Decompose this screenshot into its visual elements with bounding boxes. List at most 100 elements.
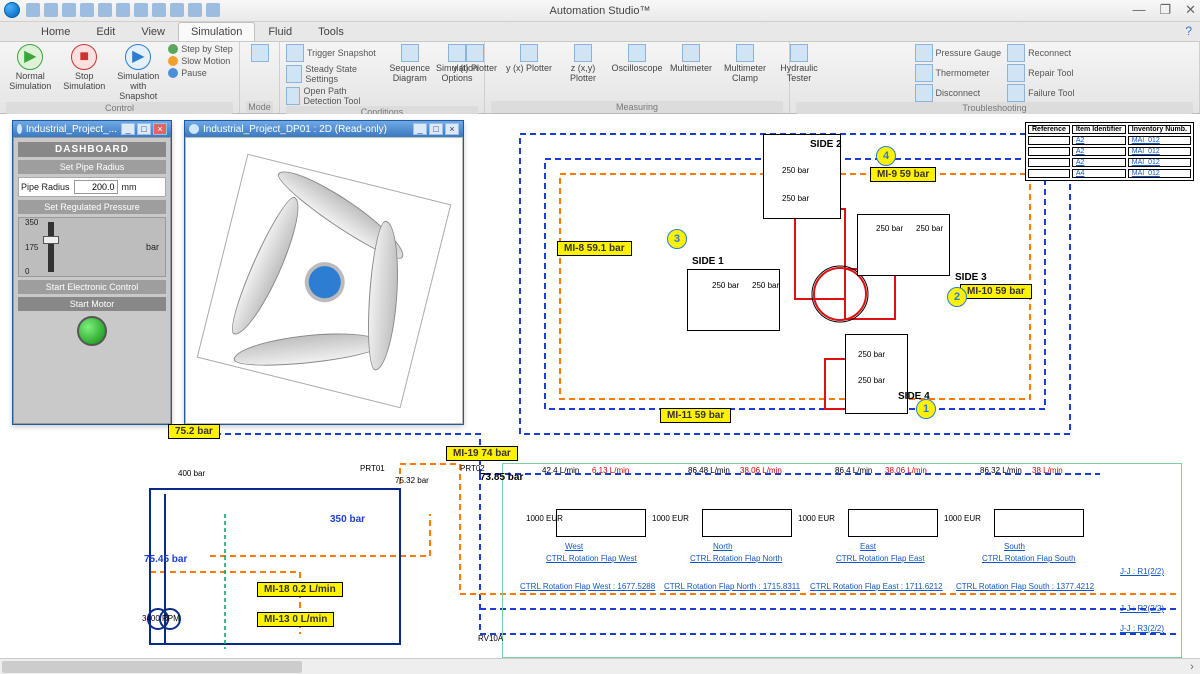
slow-motion-button[interactable]: Slow Motion: [168, 56, 233, 66]
oscilloscope-button[interactable]: Oscilloscope: [613, 44, 661, 74]
subwin-close-button[interactable]: ×: [153, 123, 167, 135]
link-cn[interactable]: CTRL Rotation Flap North: [690, 554, 782, 563]
tab-fluid[interactable]: Fluid: [255, 22, 305, 41]
zxy-plotter-button[interactable]: z (x,y) Plotter: [559, 44, 607, 84]
stop-simulation-button[interactable]: ■Stop Simulation: [60, 44, 108, 92]
link-east[interactable]: East: [860, 542, 876, 551]
pressure-slider[interactable]: 350 175 0 bar: [18, 217, 166, 277]
horizontal-scrollbar[interactable]: ‹ ›: [0, 658, 1200, 674]
tab-view[interactable]: View: [128, 22, 178, 41]
view-canvas[interactable]: [185, 137, 463, 424]
yt-plotter-button[interactable]: y (t) Plotter: [451, 44, 499, 74]
open-path-button[interactable]: Open Path Detection Tool: [286, 86, 383, 106]
link-rs[interactable]: CTRL Rotation Flap South : 1377.4212: [956, 582, 1094, 591]
scroll-thumb[interactable]: [2, 661, 302, 673]
snapshot-play-icon: ▶: [125, 44, 151, 70]
qat-icon[interactable]: [62, 3, 76, 17]
subwin-close-button[interactable]: ×: [445, 123, 459, 135]
mode-icon[interactable]: [251, 44, 269, 62]
pressure-7545: 75.45 bar: [144, 554, 187, 565]
window-minimize-button[interactable]: —: [1132, 2, 1145, 18]
chart-icon: [520, 44, 538, 62]
slider-knob[interactable]: [43, 236, 59, 244]
link-r1[interactable]: J-J : R1(2/2): [1120, 567, 1164, 576]
section-start-motor: Start Motor: [18, 297, 166, 311]
link-south[interactable]: South: [1004, 542, 1025, 551]
disconnect-button[interactable]: Disconnect: [915, 84, 1002, 102]
gauge-icon: [915, 44, 933, 62]
tag-mi8: MI-8 59.1 bar: [557, 241, 632, 256]
qat-icon[interactable]: [152, 3, 166, 17]
disconnect-icon: [915, 84, 933, 102]
pressure-400: 400 bar: [178, 469, 205, 478]
tab-simulation[interactable]: Simulation: [178, 22, 255, 41]
subwin-min-button[interactable]: _: [121, 123, 135, 135]
reconnect-button[interactable]: Reconnect: [1007, 44, 1074, 62]
qat-icon[interactable]: [170, 3, 184, 17]
qat-icon[interactable]: [44, 3, 58, 17]
qat-icon[interactable]: [26, 3, 40, 17]
pressure-gauge-button[interactable]: Pressure Gauge: [915, 44, 1002, 62]
node-2: 2: [947, 287, 967, 307]
tag-75-2: 75.2 bar: [168, 424, 220, 439]
simulation-with-snapshot-button[interactable]: ▶Simulation with Snapshot: [114, 44, 162, 102]
meter-icon: [682, 44, 700, 62]
side1-block: [687, 269, 780, 331]
qat-icon[interactable]: [80, 3, 94, 17]
diagram-icon: [401, 44, 419, 62]
qat-icon[interactable]: [134, 3, 148, 17]
sequence-diagram-button[interactable]: Sequence Diagram: [389, 44, 430, 84]
pipe-radius-label: Pipe Radius: [21, 182, 70, 192]
link-re[interactable]: CTRL Rotation Flap East : 1711.6212: [810, 582, 943, 591]
scroll-right-button[interactable]: ›: [1184, 659, 1200, 674]
failure-tool-button[interactable]: Failure Tool: [1007, 84, 1074, 102]
workspace[interactable]: Industrial_Project_... _□× DASHBOARD Set…: [0, 114, 1200, 674]
subwin-min-button[interactable]: _: [413, 123, 427, 135]
qat-icon[interactable]: [206, 3, 220, 17]
quick-access-toolbar[interactable]: [26, 3, 220, 17]
node-4: 4: [876, 146, 896, 166]
pause-button[interactable]: Pause: [168, 68, 233, 78]
group-measuring-label: Measuring: [491, 101, 783, 113]
section-set-pressure: Set Regulated Pressure: [18, 200, 166, 214]
subwin-max-button[interactable]: □: [137, 123, 151, 135]
qat-icon[interactable]: [116, 3, 130, 17]
start-motor-button[interactable]: [77, 316, 107, 346]
qat-icon[interactable]: [98, 3, 112, 17]
multimeter-clamp-button[interactable]: Multimeter Clamp: [721, 44, 769, 84]
trigger-snapshot-button[interactable]: Trigger Snapshot: [286, 44, 383, 62]
pressure-7532: 75.32 bar: [395, 476, 429, 485]
dashboard-window[interactable]: Industrial_Project_... _□× DASHBOARD Set…: [12, 120, 172, 425]
repair-tool-button[interactable]: Repair Tool: [1007, 64, 1074, 82]
link-west[interactable]: West: [565, 542, 583, 551]
normal-simulation-button[interactable]: ▶Normal Simulation: [6, 44, 54, 92]
prt01-label: PRT01: [360, 464, 385, 473]
tab-home[interactable]: Home: [28, 22, 83, 41]
settings-icon: [286, 65, 302, 83]
link-north[interactable]: North: [713, 542, 733, 551]
steady-state-button[interactable]: Steady State Settings: [286, 64, 383, 84]
view-window[interactable]: Industrial_Project_DP01 : 2D (Read-only)…: [184, 120, 464, 425]
link-cw[interactable]: CTRL Rotation Flap West: [546, 554, 637, 563]
camera-icon: [286, 44, 304, 62]
step-icon: [168, 44, 178, 54]
multimeter-button[interactable]: Multimeter: [667, 44, 715, 74]
help-icon[interactable]: ?: [1185, 24, 1192, 38]
link-rw[interactable]: CTRL Rotation Flap West : 1677.5288: [520, 582, 655, 591]
thermometer-button[interactable]: Thermometer: [915, 64, 1002, 82]
link-rn[interactable]: CTRL Rotation Flap North : 1715.8311: [664, 582, 800, 591]
qat-icon[interactable]: [188, 3, 202, 17]
pipe-radius-input[interactable]: [74, 180, 118, 194]
yx-plotter-button[interactable]: y (x) Plotter: [505, 44, 553, 74]
tab-edit[interactable]: Edit: [83, 22, 128, 41]
link-ce[interactable]: CTRL Rotation Flap East: [836, 554, 925, 563]
link-r2[interactable]: J-J : R2(2/2): [1120, 604, 1164, 613]
link-cs[interactable]: CTRL Rotation Flap South: [982, 554, 1076, 563]
tag-mi10: MI-10 59 bar: [960, 284, 1032, 299]
subwin-max-button[interactable]: □: [429, 123, 443, 135]
window-close-button[interactable]: ✕: [1185, 2, 1196, 18]
tab-tools[interactable]: Tools: [305, 22, 357, 41]
link-r3[interactable]: J-J : R3(2/2): [1120, 624, 1164, 633]
window-maximize-button[interactable]: ❐: [1159, 2, 1171, 18]
step-by-step-button[interactable]: Step by Step: [168, 44, 233, 54]
